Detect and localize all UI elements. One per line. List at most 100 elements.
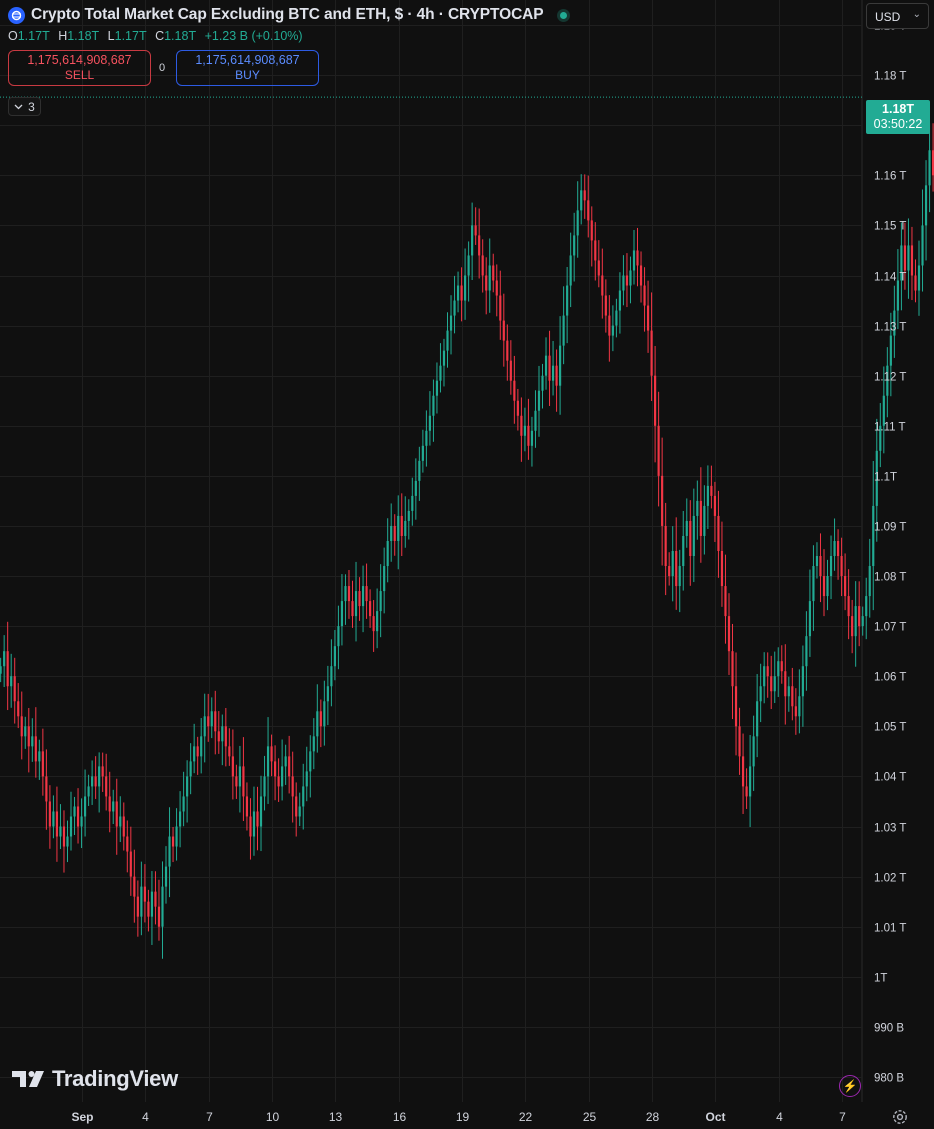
y-tick-label: 1.01 T (874, 923, 906, 935)
candle (164, 846, 168, 904)
candle (516, 388, 519, 431)
y-axis[interactable]: 980 B 990 B 1T 1.01 T 1.02 T 1.03 T 1.04 T 1.05… (874, 21, 906, 1085)
candle (580, 174, 583, 225)
candle (418, 446, 421, 501)
tradingview-wordmark: TradingView (52, 1066, 178, 1091)
candle (20, 691, 23, 760)
candle (763, 652, 766, 704)
candle (10, 653, 13, 708)
candle (207, 693, 210, 742)
candle (369, 589, 372, 628)
candle (654, 345, 657, 463)
candle (133, 849, 136, 923)
flash-icon[interactable]: ⚡ (839, 1075, 861, 1097)
candle (699, 467, 702, 563)
x-tick-label: 19 (456, 1110, 470, 1124)
candle (175, 808, 178, 861)
y-tick-label: 980 B (874, 1073, 904, 1085)
candle (305, 746, 308, 802)
market-status-dot (559, 11, 567, 19)
candle (738, 707, 741, 775)
candle (298, 792, 301, 826)
last-price-tag: 1.18T 03:50:22 (866, 100, 930, 134)
sell-price: 1,175,614,908,687 (27, 53, 132, 67)
candle (45, 749, 48, 830)
candle (720, 521, 724, 607)
candle (689, 500, 692, 586)
candle (115, 778, 118, 855)
x-tick-label: 25 (583, 1110, 597, 1124)
candle (544, 337, 548, 390)
symbol-title[interactable]: Crypto Total Market Cap Excluding BTC an… (31, 6, 544, 24)
candle (847, 569, 850, 640)
candle (442, 338, 446, 387)
gear-icon[interactable] (891, 1108, 909, 1126)
candle (425, 410, 428, 467)
candle (854, 581, 857, 667)
candle (485, 257, 488, 315)
candle (245, 782, 249, 831)
candle (851, 599, 854, 654)
candle (76, 788, 80, 844)
candle (48, 785, 51, 849)
candle (193, 723, 196, 774)
open-value: 1.17T (17, 29, 50, 43)
candle (449, 295, 453, 355)
candle (879, 403, 882, 468)
buy-button[interactable]: 1,175,614,908,687 BUY (176, 50, 319, 86)
candle (741, 733, 745, 814)
candle (541, 363, 544, 409)
candle (214, 690, 217, 755)
chevron-down-icon (14, 104, 23, 109)
candle (224, 707, 227, 767)
candle (731, 623, 734, 720)
buy-price: 1,175,614,908,687 (195, 53, 300, 67)
price-chart[interactable]: 980 B 990 B 1T 1.01 T 1.02 T 1.03 T 1.04 T 1.05… (0, 0, 934, 1129)
candle (453, 275, 456, 334)
candle (186, 760, 189, 823)
y-tick-label: 1.12 T (874, 372, 906, 384)
candle (819, 533, 822, 603)
candle (615, 298, 618, 338)
candle (376, 588, 379, 649)
x-tick-label: 16 (393, 1110, 407, 1124)
candle (657, 391, 660, 507)
y-tick-label: 1.16 T (874, 171, 906, 183)
candle (646, 280, 650, 353)
candle (784, 644, 787, 725)
candle (178, 791, 182, 848)
candle (914, 259, 917, 303)
y-tick-label: 1.07 T (874, 622, 906, 634)
candle (140, 861, 143, 936)
chart-header[interactable]: Crypto Total Market Cap Excluding BTC an… (8, 4, 567, 26)
candle (826, 559, 829, 611)
x-axis[interactable]: Sep 4 7 10 13 16 19 22 25 28 Oct 4 7 (71, 1110, 846, 1124)
candle (421, 429, 424, 473)
candle (94, 756, 97, 799)
candle (277, 758, 280, 802)
y-tick-label: 1.03 T (874, 823, 906, 835)
candle (295, 782, 298, 837)
candle (256, 786, 259, 851)
candle (59, 804, 62, 850)
currency-select[interactable]: USD ⌄ (866, 3, 929, 29)
candle (171, 827, 175, 863)
candle (326, 665, 329, 726)
candle (249, 798, 252, 860)
candle (639, 251, 643, 303)
sell-button[interactable]: 1,175,614,908,687 SELL (8, 50, 151, 86)
candle (664, 502, 667, 596)
close-label: C (155, 29, 165, 43)
indicators-toggle[interactable]: 3 (8, 97, 41, 116)
candle (323, 680, 326, 746)
candle (703, 485, 706, 555)
candle (488, 238, 491, 313)
close-value: 1.18T (164, 29, 197, 43)
candle (551, 341, 555, 396)
candle (770, 655, 773, 710)
candle (696, 480, 699, 540)
candle (83, 769, 87, 837)
candle (34, 707, 37, 778)
y-tick-label: 1.09 T (874, 522, 906, 534)
tradingview-logo[interactable]: TradingView (12, 1066, 178, 1092)
